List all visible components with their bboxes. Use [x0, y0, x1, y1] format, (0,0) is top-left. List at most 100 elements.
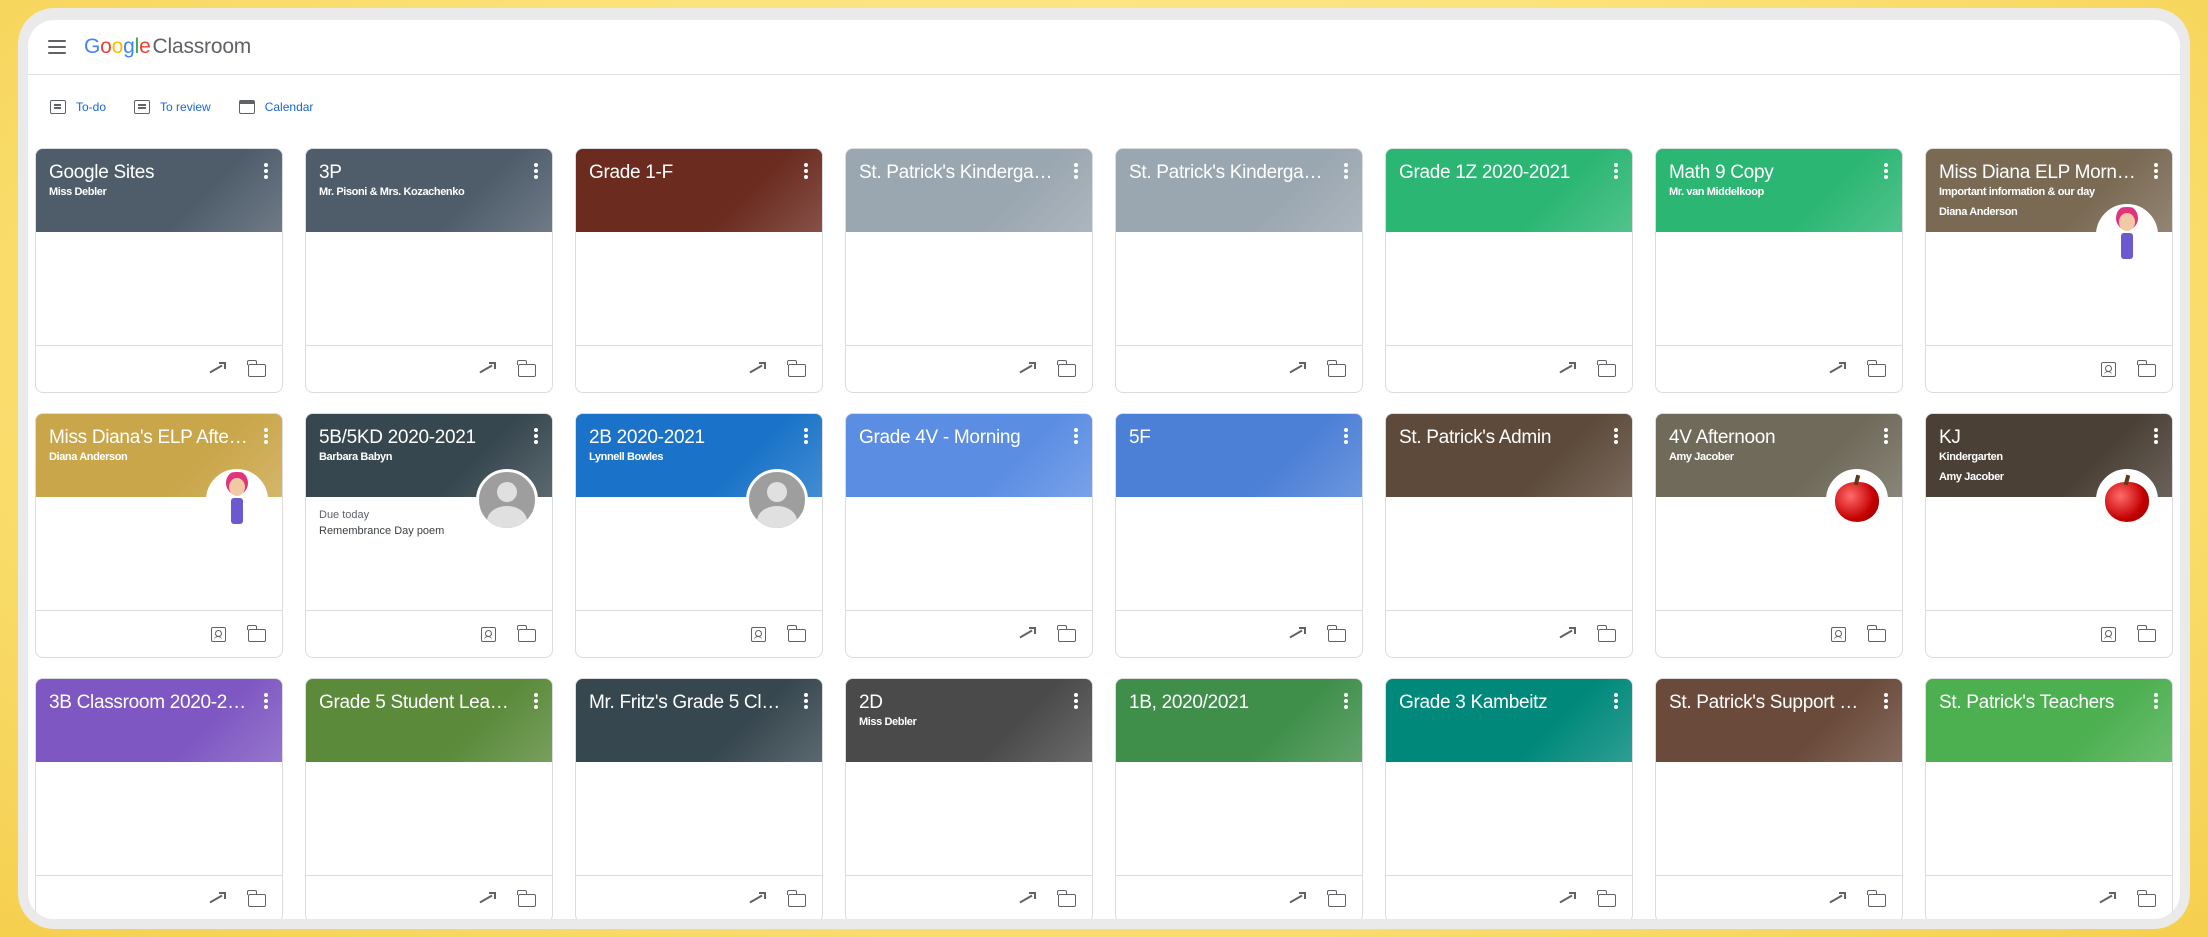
class-card-banner[interactable]: Grade 3 Kambeitz [1386, 679, 1632, 762]
more-options-icon[interactable] [1074, 163, 1078, 179]
class-title[interactable]: St. Patrick's Kindergarten [1129, 162, 1328, 184]
folder-icon[interactable] [1327, 890, 1346, 907]
class-title[interactable]: 5B/5KD 2020-2021 [319, 427, 518, 449]
class-card-banner[interactable]: 1B, 2020/2021 [1116, 679, 1362, 762]
folder-icon[interactable] [517, 625, 536, 642]
class-card[interactable]: St. Patrick's Admin [1385, 413, 1633, 658]
class-card[interactable]: 3P Mr. Pisoni & Mrs. Kozachenko [305, 148, 553, 393]
trend-icon[interactable] [748, 361, 766, 377]
class-card[interactable]: Grade 1-F [575, 148, 823, 393]
class-title[interactable]: 5F [1129, 427, 1328, 449]
folder-icon[interactable] [517, 890, 536, 907]
folder-icon[interactable] [1327, 360, 1346, 377]
more-options-icon[interactable] [1614, 428, 1618, 444]
class-title[interactable]: 4V Afternoon [1669, 427, 1868, 449]
more-options-icon[interactable] [1074, 428, 1078, 444]
class-card[interactable]: 2B 2020-2021 Lynnell Bowles [575, 413, 823, 658]
class-card-banner[interactable]: St. Patrick's Teachers [1926, 679, 2172, 762]
class-card[interactable]: 3B Classroom 2020-2021 [35, 678, 283, 919]
class-card-banner[interactable]: St. Patrick's Admin [1386, 414, 1632, 497]
class-title[interactable]: 2D [859, 692, 1058, 714]
trend-icon[interactable] [478, 361, 496, 377]
folder-icon[interactable] [787, 890, 806, 907]
more-options-icon[interactable] [804, 693, 808, 709]
more-options-icon[interactable] [1614, 163, 1618, 179]
class-title[interactable]: Math 9 Copy [1669, 162, 1868, 184]
more-options-icon[interactable] [534, 693, 538, 709]
class-card-banner[interactable]: St. Patrick's Kindergarten [846, 149, 1092, 232]
class-card[interactable]: Miss Diana's ELP Afternoon Diana Anderson [35, 413, 283, 658]
trend-icon[interactable] [1558, 891, 1576, 907]
class-card-banner[interactable]: St. Patrick's Support Staff [1656, 679, 1902, 762]
class-title[interactable]: St. Patrick's Admin [1399, 427, 1598, 449]
folder-icon[interactable] [1597, 625, 1616, 642]
folder-icon[interactable] [2137, 625, 2156, 642]
folder-icon[interactable] [1867, 890, 1886, 907]
more-options-icon[interactable] [2154, 428, 2158, 444]
class-card[interactable]: Miss Diana ELP Morning Important informat… [1925, 148, 2173, 393]
class-card-banner[interactable]: St. Patrick's Kindergarten [1116, 149, 1362, 232]
class-title[interactable]: Google Sites [49, 162, 248, 184]
trend-icon[interactable] [1018, 626, 1036, 642]
class-card[interactable]: Math 9 Copy Mr. van Middelkoop [1655, 148, 1903, 393]
class-card[interactable]: St. Patrick's Kindergarten [845, 148, 1093, 393]
main-menu-icon[interactable] [48, 40, 66, 54]
class-title[interactable]: St. Patrick's Teachers [1939, 692, 2138, 714]
more-options-icon[interactable] [264, 428, 268, 444]
calendar-link[interactable]: Calendar [238, 100, 313, 114]
folder-icon[interactable] [1327, 625, 1346, 642]
trend-icon[interactable] [1558, 626, 1576, 642]
trend-icon[interactable] [748, 891, 766, 907]
portrait-icon[interactable] [211, 626, 226, 642]
class-card[interactable]: 5F [1115, 413, 1363, 658]
trend-icon[interactable] [1828, 891, 1846, 907]
folder-icon[interactable] [1597, 890, 1616, 907]
trend-icon[interactable] [478, 891, 496, 907]
folder-icon[interactable] [247, 890, 266, 907]
class-card[interactable]: 5B/5KD 2020-2021 Barbara Babyn Due today Re… [305, 413, 553, 658]
class-card-banner[interactable]: Grade 1-F [576, 149, 822, 232]
class-title[interactable]: Grade 4V - Morning [859, 427, 1058, 449]
folder-icon[interactable] [2137, 890, 2156, 907]
class-card[interactable]: KJ Kindergarten Amy Jacober [1925, 413, 2173, 658]
folder-icon[interactable] [1057, 360, 1076, 377]
more-options-icon[interactable] [534, 428, 538, 444]
more-options-icon[interactable] [264, 163, 268, 179]
folder-icon[interactable] [1057, 890, 1076, 907]
app-logo[interactable]: GoogleClassroom [84, 35, 251, 59]
class-card[interactable]: Google Sites Miss Debler [35, 148, 283, 393]
class-title[interactable]: Grade 3 Kambeitz [1399, 692, 1598, 714]
class-card[interactable]: Grade 3 Kambeitz [1385, 678, 1633, 919]
folder-icon[interactable] [1057, 625, 1076, 642]
class-title[interactable]: 2B 2020-2021 [589, 427, 788, 449]
more-options-icon[interactable] [1344, 163, 1348, 179]
trend-icon[interactable] [1018, 891, 1036, 907]
class-card[interactable]: 1B, 2020/2021 [1115, 678, 1363, 919]
class-title[interactable]: St. Patrick's Kindergarten [859, 162, 1058, 184]
more-options-icon[interactable] [1884, 693, 1888, 709]
class-card-banner[interactable]: 3B Classroom 2020-2021 [36, 679, 282, 762]
todo-link[interactable]: To-do [50, 100, 106, 114]
class-card[interactable]: Grade 4V - Morning [845, 413, 1093, 658]
more-options-icon[interactable] [1884, 163, 1888, 179]
trend-icon[interactable] [1018, 361, 1036, 377]
class-card-banner[interactable]: Grade 5 Student Leadership [306, 679, 552, 762]
more-options-icon[interactable] [1074, 693, 1078, 709]
portrait-icon[interactable] [2101, 626, 2116, 642]
class-card[interactable]: Grade 5 Student Leadership [305, 678, 553, 919]
portrait-icon[interactable] [751, 626, 766, 642]
trend-icon[interactable] [1828, 361, 1846, 377]
class-card-banner[interactable]: 2D Miss Debler [846, 679, 1092, 762]
more-options-icon[interactable] [1884, 428, 1888, 444]
trend-icon[interactable] [2098, 891, 2116, 907]
folder-icon[interactable] [247, 360, 266, 377]
class-card-banner[interactable]: Math 9 Copy Mr. van Middelkoop [1656, 149, 1902, 232]
portrait-icon[interactable] [2101, 361, 2116, 377]
trend-icon[interactable] [208, 361, 226, 377]
class-title[interactable]: Grade 5 Student Leadership [319, 692, 518, 714]
trend-icon[interactable] [1558, 361, 1576, 377]
class-card[interactable]: St. Patrick's Teachers [1925, 678, 2173, 919]
more-options-icon[interactable] [804, 163, 808, 179]
class-card[interactable]: 2D Miss Debler [845, 678, 1093, 919]
class-title[interactable]: Miss Diana ELP Morning [1939, 162, 2138, 184]
